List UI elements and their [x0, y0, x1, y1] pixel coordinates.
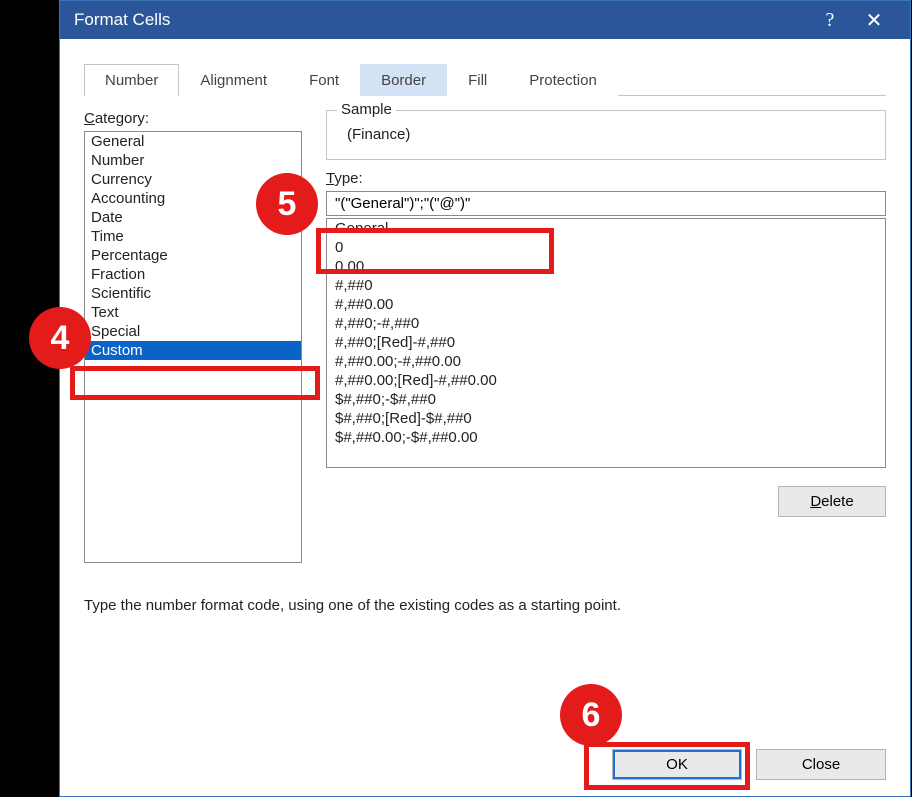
category-label: Category:	[84, 110, 302, 127]
format-cells-dialog: Format Cells ? ✕ Number Alignment Font B…	[59, 0, 911, 797]
hint-text: Type the number format code, using one o…	[84, 597, 886, 614]
sample-group: Sample (Finance)	[326, 110, 886, 160]
close-button-x[interactable]: ✕	[852, 1, 896, 39]
tabs-container: Number Alignment Font Border Fill Protec…	[60, 39, 910, 96]
delete-button[interactable]: Delete	[778, 486, 886, 517]
tab-alignment[interactable]: Alignment	[179, 64, 288, 96]
category-item[interactable]: General	[85, 132, 301, 151]
format-item[interactable]: #,##0.00;[Red]-#,##0.00	[327, 371, 885, 390]
tab-number[interactable]: Number	[84, 64, 179, 96]
tab-font[interactable]: Font	[288, 64, 360, 96]
format-item[interactable]: $#,##0.00;-$#,##0.00	[327, 428, 885, 447]
tab-border[interactable]: Border	[360, 64, 447, 96]
category-item[interactable]: Fraction	[85, 265, 301, 284]
type-input[interactable]	[326, 191, 886, 216]
format-item[interactable]: #,##0;-#,##0	[327, 314, 885, 333]
ok-button[interactable]: OK	[612, 749, 742, 780]
tab-protection[interactable]: Protection	[508, 64, 618, 96]
sample-value: (Finance)	[337, 126, 875, 143]
format-item[interactable]: #,##0.00;-#,##0.00	[327, 352, 885, 371]
format-item[interactable]: 0.00	[327, 257, 885, 276]
format-item[interactable]: $#,##0;[Red]-$#,##0	[327, 409, 885, 428]
tab-content: Category: GeneralNumberCurrencyAccountin…	[60, 96, 910, 796]
format-item[interactable]: #,##0.00	[327, 295, 885, 314]
category-item[interactable]: Text	[85, 303, 301, 322]
format-item[interactable]: #,##0	[327, 276, 885, 295]
category-item[interactable]: Percentage	[85, 246, 301, 265]
format-item[interactable]: 0	[327, 238, 885, 257]
help-button[interactable]: ?	[808, 1, 852, 39]
callout-badge-5: 5	[256, 173, 318, 235]
callout-badge-4: 4	[29, 307, 91, 369]
sample-label: Sample	[337, 101, 396, 118]
category-item[interactable]: Number	[85, 151, 301, 170]
dialog-footer: OK Close	[84, 749, 886, 780]
tabs: Number Alignment Font Border Fill Protec…	[84, 63, 886, 96]
delete-row: Delete	[326, 486, 886, 517]
titlebar: Format Cells ? ✕	[60, 1, 910, 39]
callout-badge-6: 6	[560, 684, 622, 746]
category-item[interactable]: Time	[85, 227, 301, 246]
category-item[interactable]: Special	[85, 322, 301, 341]
format-item[interactable]: General	[327, 219, 885, 238]
category-item[interactable]: Custom	[85, 341, 301, 360]
format-item[interactable]: $#,##0;-$#,##0	[327, 390, 885, 409]
close-button[interactable]: Close	[756, 749, 886, 780]
type-label: Type:	[326, 170, 886, 187]
category-item[interactable]: Scientific	[85, 284, 301, 303]
tab-fill[interactable]: Fill	[447, 64, 508, 96]
dialog-title: Format Cells	[74, 10, 808, 30]
format-item[interactable]: #,##0;[Red]-#,##0	[327, 333, 885, 352]
main-row: Category: GeneralNumberCurrencyAccountin…	[84, 110, 886, 563]
right-column: Sample (Finance) Type: General00.00#,##0…	[326, 110, 886, 563]
formats-listbox[interactable]: General00.00#,##0#,##0.00#,##0;-#,##0#,#…	[326, 218, 886, 468]
